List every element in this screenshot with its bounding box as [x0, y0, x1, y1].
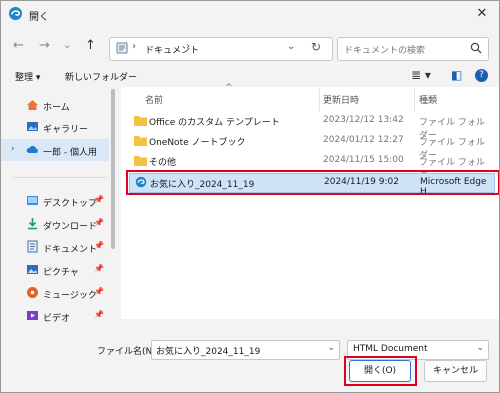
back-button[interactable]: ← [13, 38, 24, 53]
breadcrumb-documents[interactable]: ドキュメント [145, 43, 199, 56]
edge-logo-icon [8, 6, 23, 21]
file-name-label: ファイル名(N): [97, 347, 159, 357]
open-dialog: 開く ✕ ← → ⌄ ↑ › ドキュメント › ⌄ ↻ ドキュメントの検索 整理… [0, 0, 500, 393]
address-dropdown-button[interactable]: ⌄ [287, 41, 295, 52]
sidebar-item-home[interactable]: ホーム [1, 94, 109, 116]
sidebar-item-label: 一郎 - 個人用 [43, 148, 97, 158]
new-folder-button[interactable]: 新しいフォルダー [65, 70, 137, 83]
highlight-box [344, 356, 417, 386]
column-divider[interactable] [414, 89, 415, 111]
sidebar-item-onedrive[interactable]: › 一郎 - 個人用 [1, 139, 109, 161]
chevron-right-icon[interactable]: › [11, 144, 15, 154]
sidebar-item-pictures[interactable]: ピクチャ 📌 [1, 259, 109, 281]
cancel-button[interactable]: キャンセル [424, 360, 487, 382]
list-item[interactable]: OneNote ノートブック 2024/01/12 12:27 ファイル フォル… [129, 132, 493, 161]
file-name-value[interactable]: お気に入り_2024_11_19 [156, 344, 260, 357]
item-date: 2024/01/12 12:27 [323, 135, 404, 145]
list-item[interactable]: Office のカスタム テンプレート 2023/12/12 13:42 ファイ… [129, 112, 493, 141]
item-date: 2023/12/12 13:42 [323, 115, 404, 125]
help-button[interactable]: ? [475, 69, 488, 82]
item-name: OneNote ノートブック [149, 138, 246, 148]
pin-icon[interactable]: 📌 [94, 241, 104, 250]
item-name: その他 [149, 158, 177, 168]
sidebar-item-label: ビデオ [43, 314, 71, 324]
highlight-box [126, 170, 499, 195]
download-icon [28, 218, 37, 230]
sidebar-item-label: ギャラリー [43, 125, 89, 135]
sidebar-item-label: ホーム [43, 103, 70, 113]
horizontal-scrollbar[interactable] [121, 319, 499, 333]
document-icon [27, 240, 38, 253]
column-header-date[interactable]: 更新日時 [323, 93, 359, 106]
title-bar: 開く ✕ [1, 1, 499, 27]
chevron-right-icon: › [132, 41, 136, 52]
pin-icon[interactable]: 📌 [94, 264, 104, 273]
folder-icon [134, 116, 147, 126]
window-title: 開く [29, 12, 49, 23]
chevron-down-icon[interactable]: ⌄ [476, 343, 484, 353]
folder-icon [134, 156, 147, 166]
search-box[interactable]: ドキュメントの検索 [337, 37, 489, 61]
sidebar-item-label: ピクチャ [43, 268, 79, 278]
column-header-type[interactable]: 種類 [419, 93, 437, 106]
column-divider[interactable] [319, 89, 320, 111]
file-list: ^ 名前 更新日時 種類 Office のカスタム テンプレート 2023/12… [121, 83, 499, 319]
sidebar-item-label: ダウンロード [43, 222, 98, 232]
cloud-icon [26, 146, 38, 153]
sidebar-item-documents[interactable]: ドキュメント 📌 [1, 236, 109, 258]
recent-locations-button[interactable]: ⌄ [63, 40, 71, 51]
picture-icon [27, 265, 38, 274]
file-name-field[interactable]: お気に入り_2024_11_19 ⌄ [151, 340, 340, 360]
sidebar-item-downloads[interactable]: ダウンロード 📌 [1, 213, 109, 235]
sort-ascending-icon: ^ [225, 83, 233, 93]
preview-pane-button[interactable]: ◧ [451, 68, 462, 82]
pin-icon[interactable]: 📌 [94, 195, 104, 204]
home-icon [27, 100, 38, 110]
chevron-right-icon[interactable]: › [186, 41, 190, 52]
pin-icon[interactable]: 📌 [94, 310, 104, 319]
search-icon [470, 42, 482, 54]
sidebar-item-label: デスクトップ [43, 199, 98, 209]
sidebar-item-label: ミュージック [43, 291, 97, 301]
address-bar[interactable]: › ドキュメント › ⌄ ↻ [109, 37, 333, 61]
pin-icon[interactable]: 📌 [94, 218, 104, 227]
navigation-bar: ← → ⌄ ↑ › ドキュメント › ⌄ ↻ ドキュメントの検索 [1, 31, 499, 61]
pin-icon[interactable]: 📌 [94, 287, 104, 296]
item-date: 2024/11/15 15:00 [323, 155, 404, 165]
column-header-name[interactable]: 名前 [145, 93, 163, 106]
forward-button[interactable]: → [39, 38, 50, 53]
gallery-icon [27, 122, 38, 131]
file-name-panel: ファイル名(N): お気に入り_2024_11_19 ⌄ HTML Docume… [1, 335, 499, 392]
document-folder-icon [116, 42, 128, 54]
file-type-value: HTML Document [353, 344, 428, 354]
sidebar-divider [13, 177, 107, 178]
sidebar-item-music[interactable]: ミュージック 📌 [1, 282, 109, 304]
item-name: Office のカスタム テンプレート [149, 118, 280, 128]
refresh-button[interactable]: ↻ [311, 40, 321, 54]
sidebar-item-label: ドキュメント [43, 245, 98, 255]
sidebar-scrollbar[interactable] [111, 89, 115, 249]
view-options-button[interactable]: ≣ ▾ [411, 68, 431, 82]
video-icon [27, 311, 38, 320]
close-button[interactable]: ✕ [473, 5, 491, 23]
up-button[interactable]: ↑ [85, 38, 96, 53]
sidebar-item-gallery[interactable]: ギャラリー [1, 116, 109, 138]
folder-icon [134, 136, 147, 146]
navigation-pane: ホーム ギャラリー › 一郎 - 個人用 デスクトップ 📌 ダウンロード 📌 ド… [1, 89, 119, 333]
search-input[interactable]: ドキュメントの検索 [344, 43, 425, 56]
command-bar: 整理 ▾ 新しいフォルダー ≣ ▾ ◧ ? [1, 65, 499, 87]
sidebar-item-videos[interactable]: ビデオ 📌 [1, 305, 109, 327]
desktop-icon [27, 196, 38, 205]
chevron-down-icon[interactable]: ⌄ [327, 343, 335, 353]
music-icon [27, 287, 38, 298]
sidebar-item-desktop[interactable]: デスクトップ 📌 [1, 190, 109, 212]
organize-menu[interactable]: 整理 ▾ [15, 70, 40, 83]
list-item[interactable]: その他 2024/11/15 15:00 ファイル フォルダー [129, 152, 493, 181]
